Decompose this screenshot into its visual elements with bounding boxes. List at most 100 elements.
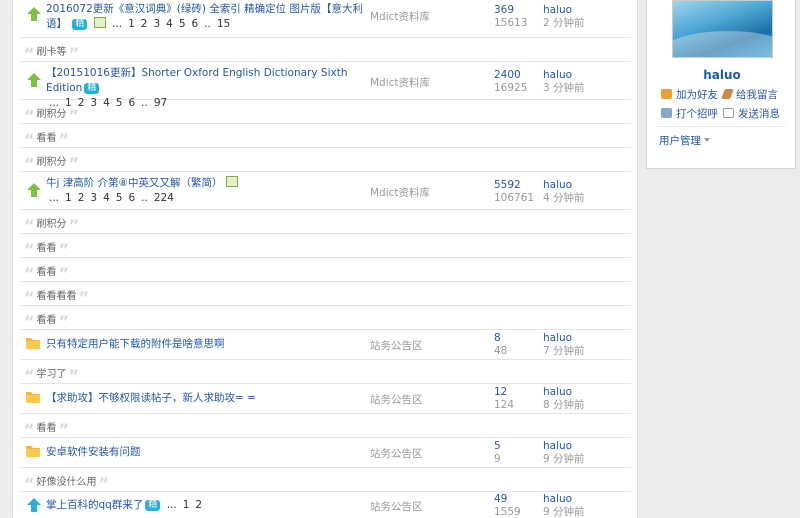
thread-title-text[interactable]: 掌上百科的qq群来了	[46, 499, 143, 511]
thread-title-text[interactable]: 2016072更新《意汉词典》(绿砖) 全索引 精确定位 图片版【意大利	[46, 3, 363, 15]
quote-close-icon: ”	[58, 312, 70, 331]
last-poster[interactable]: haluo	[543, 179, 585, 192]
page-link[interactable]: 15	[217, 18, 230, 30]
view-count: 1559	[494, 506, 521, 518]
add-friend-button[interactable]: 加为好友	[661, 87, 718, 102]
quote-close-icon: ”	[68, 106, 80, 125]
reply-preview: “刷卡等”	[21, 38, 631, 62]
last-post-time[interactable]: 4 分钟前	[543, 192, 585, 205]
greet-button[interactable]: 打个招呼	[661, 106, 718, 121]
reply-text[interactable]: 刷积分	[37, 109, 67, 120]
thread-title-text[interactable]: 牛j 津高阶 介第⑧中英又又解（繁简）	[46, 177, 223, 189]
view-count: 9	[494, 453, 501, 465]
leave-message-button[interactable]: 给我留言	[721, 87, 778, 102]
page-link[interactable]: 2	[195, 499, 202, 511]
hot-thread-icon	[27, 183, 41, 197]
thread-title-text[interactable]: 只有特定用户能下载的附件是啥意思啊	[46, 338, 225, 350]
page-link[interactable]: 3	[153, 18, 160, 30]
reply-count[interactable]: 2400	[494, 69, 527, 82]
last-post-time[interactable]: 3 分钟前	[543, 82, 585, 95]
thread-title[interactable]: 只有特定用户能下载的附件是啥意思啊	[46, 337, 368, 352]
page-link[interactable]: 224	[154, 192, 174, 204]
thread-row: 【20151016更新】Shorter Oxford English Dicti…	[21, 62, 631, 109]
forum-name[interactable]: 站务公告区	[370, 446, 423, 461]
reply-text[interactable]: 刷卡等	[37, 47, 67, 58]
page-link[interactable]: 4	[166, 18, 173, 30]
reply-text[interactable]: 好像没什么用	[37, 477, 97, 488]
last-post-time[interactable]: 2 分钟前	[543, 17, 585, 30]
user-management-menu[interactable]: 用户管理	[659, 133, 710, 148]
reply-count[interactable]: 12	[494, 386, 514, 399]
user-card: haluo 加为好友 给我留言 打个招呼 发送消息 用户管理	[646, 0, 796, 169]
forum-name[interactable]: Mdict资料库	[370, 75, 430, 90]
thread-title-text-cont[interactable]: 语】	[46, 18, 67, 30]
reply-count[interactable]: 5	[494, 440, 501, 453]
page-link[interactable]: 6	[128, 192, 135, 204]
reply-text[interactable]: 看看	[37, 267, 57, 278]
reply-text[interactable]: 看看	[37, 315, 57, 326]
forum-name[interactable]: 站务公告区	[370, 392, 423, 407]
page-link[interactable]: 1	[128, 18, 135, 30]
last-post-time[interactable]: 7 分钟前	[543, 345, 585, 358]
thread-title[interactable]: 安卓软件安装有问题	[46, 445, 368, 460]
thread-title-text[interactable]: 【求助攻】不够权限读帖子，新人求助攻= =	[46, 392, 256, 404]
quote-open-icon: “	[24, 130, 35, 149]
thread-title-text[interactable]: 安卓软件安装有问题	[46, 446, 141, 458]
thread-title[interactable]: 掌上百科的qq群来了精 ... 1 2	[46, 498, 368, 513]
last-poster[interactable]: haluo	[543, 69, 585, 82]
quote-close-icon: ”	[58, 420, 70, 439]
chevron-down-icon	[704, 138, 710, 142]
reply-text[interactable]: 刷积分	[37, 219, 67, 230]
forum-name[interactable]: Mdict资料库	[370, 9, 430, 24]
last-post-time[interactable]: 9 分钟前	[543, 506, 585, 518]
avatar[interactable]	[672, 0, 773, 58]
page-link[interactable]: 5	[116, 192, 123, 204]
forum-name[interactable]: Mdict资料库	[370, 185, 430, 200]
reply-text[interactable]: 看看看看	[37, 291, 77, 302]
forum-name[interactable]: 站务公告区	[370, 499, 423, 514]
last-post: haluo 9 分钟前	[543, 440, 585, 466]
last-poster[interactable]: haluo	[543, 4, 585, 17]
image-attachment-icon	[225, 176, 238, 187]
last-post-time[interactable]: 8 分钟前	[543, 399, 585, 412]
forum-name[interactable]: 站务公告区	[370, 338, 423, 353]
reply-text[interactable]: 看看	[37, 243, 57, 254]
reply-count[interactable]: 5592	[494, 179, 534, 192]
hot-thread-icon	[27, 7, 41, 21]
last-poster[interactable]: haluo	[543, 440, 585, 453]
greet-icon	[661, 108, 672, 118]
last-poster[interactable]: haluo	[543, 332, 585, 345]
last-post-time[interactable]: 9 分钟前	[543, 453, 585, 466]
page-link[interactable]: 1	[183, 499, 190, 511]
thread-title[interactable]: 【求助攻】不够权限读帖子，新人求助攻= =	[46, 391, 368, 406]
page-link[interactable]: 6	[192, 18, 199, 30]
page-link[interactable]: 2	[141, 18, 148, 30]
reply-text[interactable]: 刷积分	[37, 157, 67, 168]
last-poster[interactable]: haluo	[543, 386, 585, 399]
reply-text[interactable]: 学习了	[37, 369, 67, 380]
thread-title[interactable]: 2016072更新《意汉词典》(绿砖) 全索引 精确定位 图片版【意大利 语】 …	[46, 2, 368, 32]
last-post: haluo 3 分钟前	[543, 69, 585, 95]
page-link[interactable]: 1	[65, 192, 72, 204]
page-link[interactable]: 4	[103, 192, 110, 204]
reply-count[interactable]: 8	[494, 332, 507, 345]
username[interactable]: haluo	[647, 68, 797, 82]
thread-list-panel: 2016072更新《意汉词典》(绿砖) 全索引 精确定位 图片版【意大利 语】 …	[12, 0, 638, 518]
thread-row: 牛j 津高阶 介第⑧中英又又解（繁简） ... 1 2 3 4 5 6.. 224 Mdict…	[21, 172, 631, 210]
page-link[interactable]: 5	[179, 18, 186, 30]
last-poster[interactable]: haluo	[543, 493, 585, 506]
thread-title[interactable]: 牛j 津高阶 介第⑧中英又又解（繁简） ... 1 2 3 4 5 6.. 224	[46, 176, 368, 206]
quote-open-icon: “	[24, 264, 35, 283]
reply-text[interactable]: 看看	[37, 133, 57, 144]
reply-preview: “学习了”	[21, 360, 631, 384]
reply-count[interactable]: 49	[494, 493, 521, 506]
quote-close-icon: ”	[68, 154, 80, 173]
page-link[interactable]: 3	[90, 192, 97, 204]
send-message-button[interactable]: 发送消息	[723, 106, 780, 121]
reply-text[interactable]: 看看	[37, 423, 57, 434]
page-links: ... 1 2	[166, 499, 203, 511]
page-link[interactable]: 2	[78, 192, 85, 204]
folder-icon	[26, 392, 40, 403]
quote-open-icon: “	[24, 154, 35, 173]
reply-count[interactable]: 369	[494, 4, 527, 17]
